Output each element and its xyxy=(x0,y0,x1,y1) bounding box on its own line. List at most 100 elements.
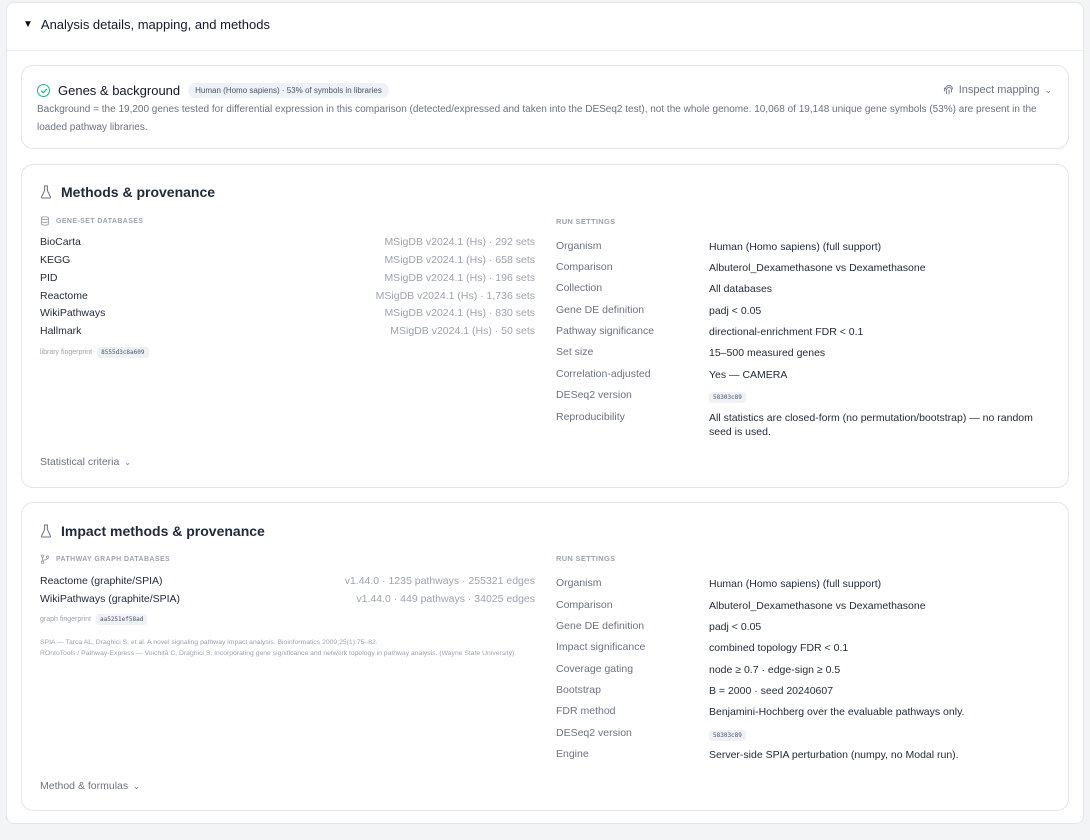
setting-key: Engine xyxy=(556,748,589,760)
run-settings-label: RUN SETTINGS xyxy=(556,217,616,226)
fingerprint-label: graph fingerprint xyxy=(40,616,91,623)
setting-key: Comparison xyxy=(556,261,613,273)
database-row: WikiPathways MSigDB v2024.1 (Hs) · 830 se… xyxy=(40,304,535,322)
database-row: PID MSigDB v2024.1 (Hs) · 196 sets xyxy=(40,269,535,287)
setting-value: directional-enrichment FDR < 0.1 xyxy=(709,326,864,338)
setting-value: All databases xyxy=(709,283,773,295)
statistical-criteria-label: Statistical criteria xyxy=(40,456,120,468)
database-row: BioCarta MSigDB v2024.1 (Hs) · 292 sets xyxy=(40,233,535,251)
chevron-down-icon: ⌄ xyxy=(124,457,132,467)
setting-value: Benjamini-Hochberg over the evaluable pa… xyxy=(709,706,965,718)
setting-key: Gene DE definition xyxy=(556,620,645,632)
setting-key: Correlation-adjusted xyxy=(556,368,651,380)
flask-icon xyxy=(40,524,52,538)
pathway-graph-databases-label: PATHWAY GRAPH DATABASES xyxy=(40,554,170,564)
impact-title: Impact methods & provenance xyxy=(61,523,265,539)
branch-icon xyxy=(40,554,50,564)
database-row: KEGG MSigDB v2024.1 (Hs) · 658 sets xyxy=(40,251,535,269)
method-formulas-toggle[interactable]: Method & formulas ⌄ xyxy=(40,780,140,792)
impact-methods-card: Impact methods & provenance PATHWAY GRAP… xyxy=(21,502,1069,811)
setting-key: FDR method xyxy=(556,705,616,717)
setting-value: padj < 0.05 xyxy=(709,305,762,317)
setting-value: Human (Homo sapiens) (full support) xyxy=(709,241,882,253)
triangle-down-icon: ▼ xyxy=(23,19,33,30)
details-title: Analysis details, mapping, and methods xyxy=(40,17,270,32)
check-circle-icon xyxy=(37,84,50,97)
database-name: WikiPathways xyxy=(40,307,106,319)
database-version: MSigDB v2024.1 (Hs) · 196 sets xyxy=(384,272,535,284)
setting-value: Server-side SPIA perturbation (numpy, no… xyxy=(709,749,959,761)
setting-key: Organism xyxy=(556,577,602,589)
setting-key: Set size xyxy=(556,346,594,358)
setting-value: combined topology FDR < 0.1 xyxy=(709,642,849,654)
gene-set-databases-text: GENE-SET DATABASES xyxy=(56,217,144,225)
genes-title: Genes & background xyxy=(58,83,181,98)
setting-key: Pathway significance xyxy=(556,325,655,337)
chevron-down-icon: ⌄ xyxy=(1044,84,1052,95)
setting-key: Collection xyxy=(556,282,603,294)
fingerprint-code: 8555d3c8a609 xyxy=(97,347,149,358)
inspect-mapping-button[interactable]: Inspect mapping ⌄ xyxy=(943,84,1052,96)
fingerprint-icon xyxy=(943,85,953,95)
database-name: Reactome (graphite/SPIA) xyxy=(40,575,163,587)
setting-value: 15–500 measured genes xyxy=(709,347,826,359)
database-row: Hallmark MSigDB v2024.1 (Hs) · 50 sets xyxy=(40,322,535,340)
run-settings-label: RUN SETTINGS xyxy=(556,554,616,563)
reference-item: ROntoTools / Pathway-Express — Voichiță … xyxy=(40,650,517,657)
background-description: Background = the 19,200 genes tested for… xyxy=(37,104,1037,133)
fingerprint-label: library fingerprint xyxy=(40,349,93,356)
setting-value: Albuterol_Dexamethasone vs Dexamethasone xyxy=(709,262,926,274)
statistical-criteria-toggle[interactable]: Statistical criteria ⌄ xyxy=(40,456,131,468)
deseq2-version-code: 58303c89 xyxy=(709,392,746,403)
database-row: WikiPathways (graphite/SPIA) v1.44.0 · 44… xyxy=(40,590,535,608)
setting-key: DESeq2 version xyxy=(556,389,632,401)
setting-value: Albuterol_Dexamethasone vs Dexamethasone xyxy=(709,600,926,612)
graph-fingerprint: graph fingerprint aa5251ef58ad xyxy=(40,614,148,625)
flask-icon xyxy=(40,185,52,199)
setting-value: padj < 0.05 xyxy=(709,621,762,633)
setting-value: All statistics are closed-form (no permu… xyxy=(709,412,1033,438)
genes-header: Genes & background Human (Homo sapiens) … xyxy=(37,83,389,98)
database-icon xyxy=(40,216,50,226)
database-name: WikiPathways (graphite/SPIA) xyxy=(40,593,181,605)
reference-item: SPIA — Tarca AL, Draghici S, et al. A no… xyxy=(40,639,378,646)
impact-header: Impact methods & provenance xyxy=(40,523,265,539)
pathway-graph-databases-text: PATHWAY GRAPH DATABASES xyxy=(56,555,171,563)
methods-provenance-card: Methods & provenance GENE-SET DATABASES … xyxy=(21,164,1069,488)
database-row: Reactome MSigDB v2024.1 (Hs) · 1,736 sets xyxy=(40,287,535,305)
methods-header: Methods & provenance xyxy=(40,184,215,200)
setting-value: 58303c89 xyxy=(709,389,1039,405)
setting-value: node ≥ 0.7 · edge-sign ≥ 0.5 xyxy=(709,664,841,676)
database-version: MSigDB v2024.1 (Hs) · 50 sets xyxy=(390,325,535,337)
setting-key: Bootstrap xyxy=(556,684,601,696)
database-name: Hallmark xyxy=(40,325,82,337)
setting-key: Gene DE definition xyxy=(556,304,645,316)
methods-title: Methods & provenance xyxy=(61,184,216,200)
setting-value: B = 2000 · seed 20240607 xyxy=(709,685,834,697)
database-version: v1.44.0 · 1235 pathways · 255321 edges xyxy=(344,575,535,587)
database-row: Reactome (graphite/SPIA) v1.44.0 · 1235 p… xyxy=(40,572,535,590)
database-version: MSigDB v2024.1 (Hs) · 1,736 sets xyxy=(375,290,535,302)
gene-set-databases-label: GENE-SET DATABASES xyxy=(40,216,143,226)
chevron-down-icon: ⌄ xyxy=(133,781,140,791)
library-fingerprint: library fingerprint 8555d3c8a609 xyxy=(40,347,149,358)
database-name: BioCarta xyxy=(40,236,81,248)
setting-key: DESeq2 version xyxy=(556,727,632,739)
fingerprint-code: aa5251ef58ad xyxy=(95,614,148,625)
database-version: MSigDB v2024.1 (Hs) · 292 sets xyxy=(384,236,535,248)
references: SPIA — Tarca AL, Draghici S, et al. A no… xyxy=(40,637,530,659)
setting-key: Impact significance xyxy=(556,641,646,653)
setting-key: Reproducibility xyxy=(556,411,625,423)
setting-value: Yes — CAMERA xyxy=(709,369,788,381)
method-formulas-label: Method & formulas xyxy=(40,780,129,792)
details-summary-toggle[interactable]: ▼ Analysis details, mapping, and methods xyxy=(23,17,270,32)
inspect-mapping-label: Inspect mapping xyxy=(958,84,1040,96)
divider xyxy=(7,50,1083,51)
database-name: Reactome xyxy=(40,290,88,302)
setting-key: Organism xyxy=(556,240,602,252)
setting-key: Comparison xyxy=(556,599,613,611)
database-name: KEGG xyxy=(40,254,71,266)
setting-value: 58303c89 xyxy=(709,727,1039,743)
deseq2-version-code: 58303c89 xyxy=(709,730,746,741)
species-badge: Human (Homo sapiens) · 53% of symbols in… xyxy=(188,83,389,98)
